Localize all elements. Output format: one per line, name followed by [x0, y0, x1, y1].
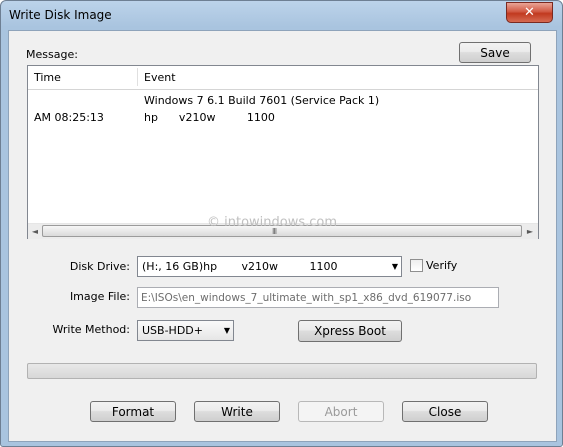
message-label: Message: — [26, 48, 78, 61]
column-header-time[interactable]: Time — [34, 71, 61, 84]
disk-drive-value: (H:, 16 GB)hp v210w 1100 — [142, 260, 338, 273]
close-icon: ✕ — [524, 5, 535, 20]
write-method-label: Write Method: — [52, 323, 131, 336]
close-button[interactable]: Close — [402, 401, 488, 422]
log-row-event: Windows 7 6.1 Build 7601 (Service Pack 1… — [144, 94, 380, 107]
dialog-client-area: Message: Save Time Event Windows 7 6.1 B… — [8, 30, 557, 442]
column-separator[interactable] — [137, 68, 138, 86]
image-file-path: E:\ISOs\en_windows_7_ultimate_with_sp1_x… — [141, 292, 472, 304]
abort-button: Abort — [298, 401, 384, 422]
image-file-label: Image File: — [69, 290, 130, 303]
window-title: Write Disk Image — [9, 8, 112, 22]
xpress-boot-button[interactable]: Xpress Boot — [298, 320, 402, 342]
log-row-event: hp v210w 1100 — [144, 111, 275, 124]
message-log-list[interactable]: Time Event Windows 7 6.1 Build 7601 (Ser… — [27, 65, 539, 239]
image-file-field[interactable]: E:\ISOs\en_windows_7_ultimate_with_sp1_x… — [137, 287, 499, 308]
log-row-time: AM 08:25:13 — [34, 111, 104, 124]
format-button[interactable]: Format — [90, 401, 176, 422]
verify-label[interactable]: Verify — [426, 259, 457, 272]
scroll-right-icon[interactable]: ► — [525, 226, 535, 237]
log-header: Time Event — [28, 66, 538, 90]
write-method-value: USB-HDD+ — [142, 324, 203, 337]
watermark: © intowindows.com — [207, 215, 338, 230]
save-button[interactable]: Save — [459, 42, 531, 63]
disk-drive-label: Disk Drive: — [69, 260, 130, 273]
chevron-down-icon: ▼ — [223, 326, 230, 335]
write-button[interactable]: Write — [194, 401, 280, 422]
progress-bar — [27, 363, 537, 379]
column-header-event[interactable]: Event — [144, 71, 176, 84]
verify-checkbox[interactable] — [410, 259, 423, 272]
write-disk-image-window: Write Disk Image ✕ Message: Save Time Ev… — [0, 0, 563, 447]
chevron-down-icon: ▼ — [391, 262, 398, 271]
scroll-left-icon[interactable]: ◄ — [30, 226, 40, 237]
window-close-button[interactable]: ✕ — [506, 2, 553, 23]
title-bar[interactable]: Write Disk Image ✕ — [1, 1, 562, 31]
disk-drive-select[interactable]: (H:, 16 GB)hp v210w 1100 ▼ — [137, 256, 402, 277]
write-method-select[interactable]: USB-HDD+ ▼ — [137, 320, 234, 341]
